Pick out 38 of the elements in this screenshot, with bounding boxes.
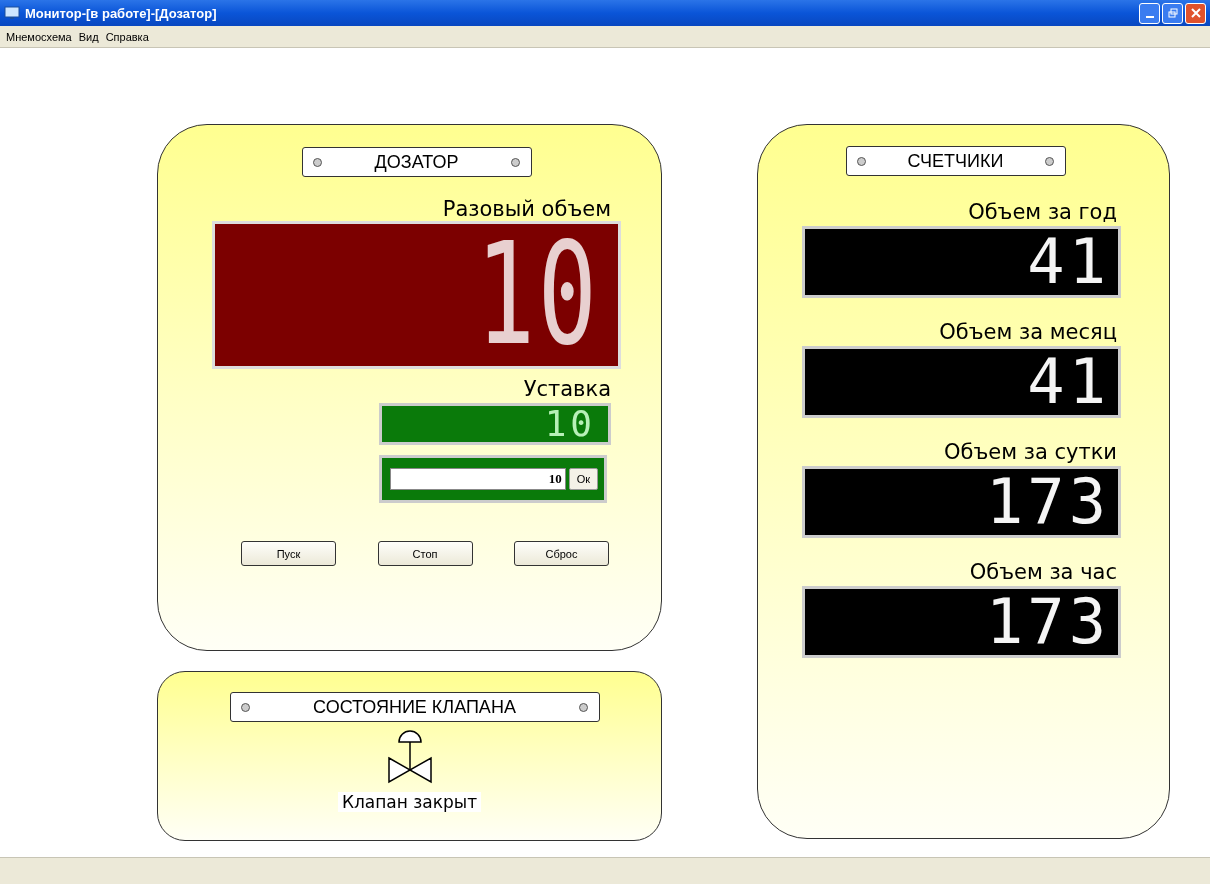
restore-icon: [1167, 8, 1178, 18]
control-button[interactable]: Стоп: [377, 541, 473, 566]
maximize-button[interactable]: [1162, 2, 1183, 24]
counter-display: 173: [802, 466, 1121, 538]
screw-icon: [312, 157, 322, 167]
counter-label: Объем за час: [968, 560, 1117, 584]
setpoint-display: 10: [379, 403, 611, 445]
counter-label: Объем за сутки: [943, 440, 1117, 464]
menu-item[interactable]: Вид: [78, 30, 99, 43]
display-label: Уставка: [522, 377, 611, 401]
counter-display: 41: [802, 346, 1121, 418]
close-icon: [1190, 8, 1201, 18]
screw-icon: [1045, 156, 1055, 166]
setpoint-input[interactable]: 10: [390, 468, 566, 490]
counter-label: Объем за год: [967, 200, 1117, 224]
screw-icon: [511, 157, 521, 167]
minimize-button[interactable]: [1139, 2, 1160, 24]
display-label: Разовый объем: [441, 197, 611, 221]
counter-display: 173: [802, 586, 1121, 658]
menu-item[interactable]: Справка: [105, 30, 149, 43]
control-button[interactable]: Пуск: [241, 541, 336, 566]
screw-icon: [579, 702, 589, 712]
counter-label: Объем за месяц: [938, 320, 1117, 344]
screw-icon: [856, 156, 866, 166]
volume-display: 10: [212, 221, 621, 369]
panel-title: СЧЕТЧИКИ: [907, 150, 1004, 172]
menu-item[interactable]: Мнемосхема: [6, 30, 72, 43]
window-title: Монитор-[в работе]-[Дозатор]: [25, 5, 218, 21]
valve-status: Клапан закрыт: [337, 792, 482, 812]
minimize-icon: [1145, 16, 1154, 18]
close-button[interactable]: [1185, 2, 1206, 24]
counter-display: 41: [802, 226, 1121, 298]
monitor-icon: [4, 5, 20, 21]
panel-title: ДОЗАТОР: [374, 151, 459, 173]
screw-icon: [240, 702, 250, 712]
ok-button[interactable]: Ок: [568, 468, 598, 490]
panel-title: СОСТОЯНИЕ КЛАПАНА: [313, 696, 516, 718]
control-button[interactable]: Сброс: [514, 541, 609, 566]
